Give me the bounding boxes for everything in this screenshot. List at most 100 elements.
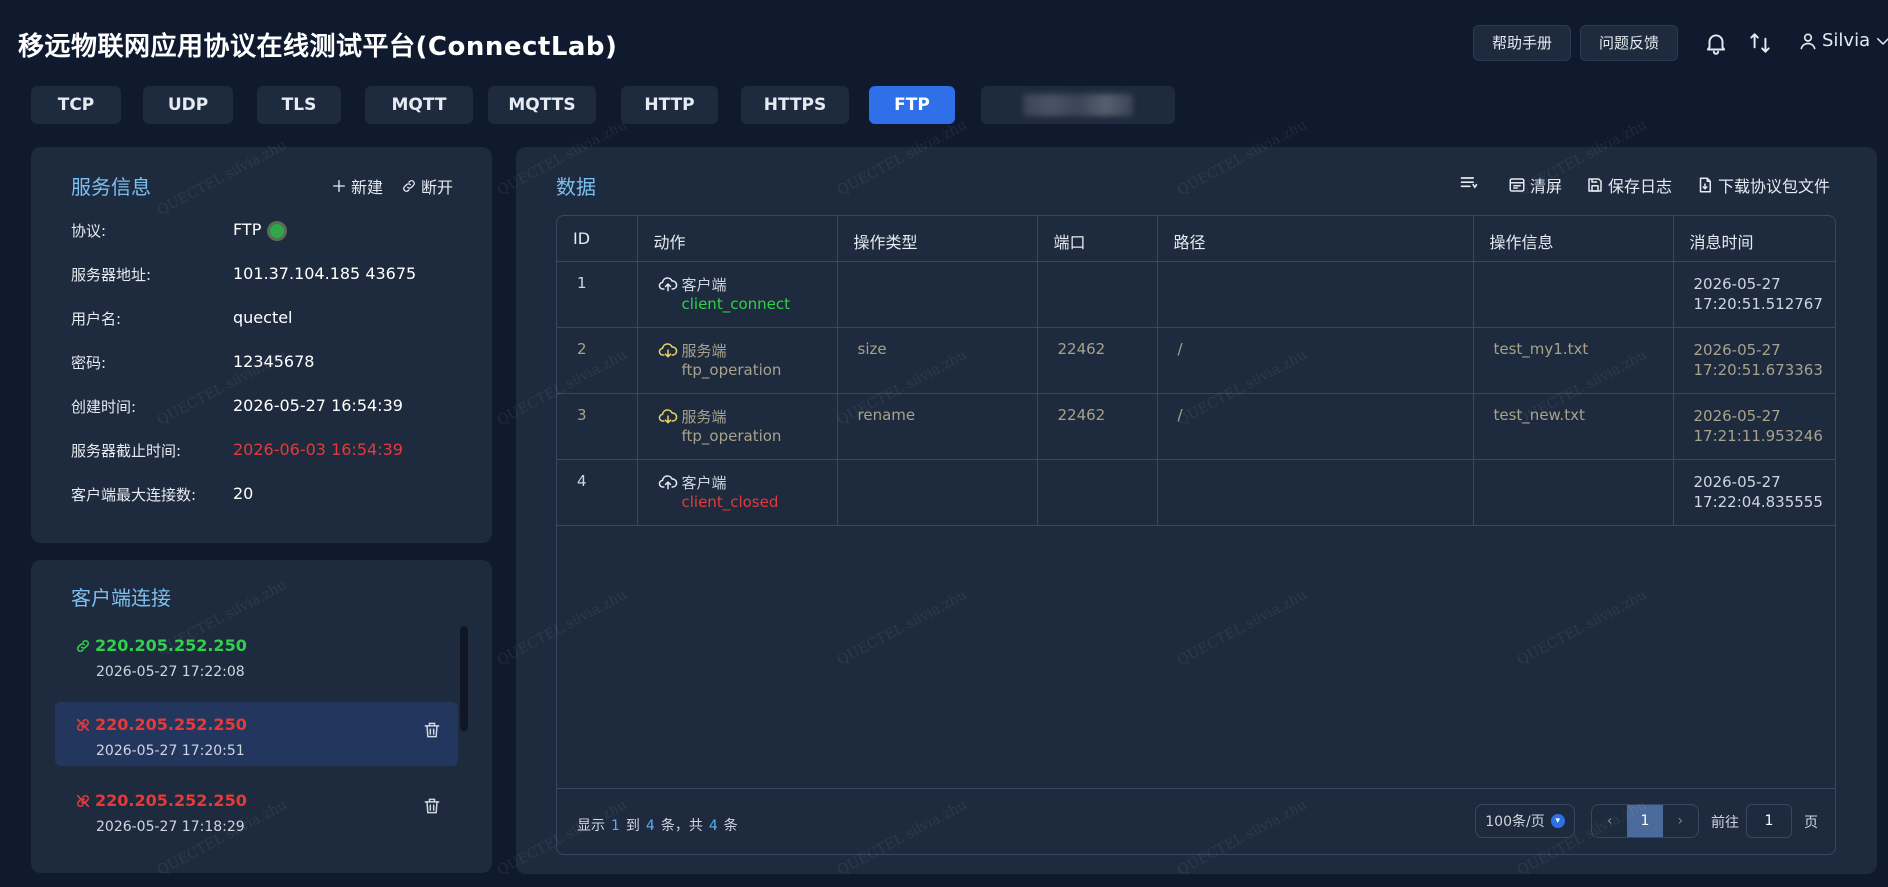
next-page-icon[interactable]: › [1663, 805, 1698, 837]
scrollbar-thumb[interactable] [460, 626, 468, 731]
action-event: ftp_operation [681, 426, 782, 445]
connection-ip-text: 220.205.252.250 [95, 636, 247, 655]
tab-mqtt[interactable]: MQTT [365, 86, 473, 124]
broken-link-icon [75, 793, 91, 809]
connection-time: 2026-05-27 17:20:51 [96, 743, 245, 759]
info-value: 101.37.104.185 43675 [233, 264, 417, 283]
redacted-label [1023, 94, 1133, 116]
client-connections-title: 客户端连接 [71, 586, 171, 610]
page-number-current[interactable]: 1 [1627, 805, 1663, 837]
help-manual-button[interactable]: 帮助手册 [1473, 25, 1572, 61]
connection-time: 2026-05-27 17:18:29 [96, 819, 245, 835]
cell-port: 22462 [1037, 393, 1158, 460]
table-row[interactable]: 3 服务端 ftp_operation rename 22462 / test_… [557, 393, 1835, 460]
cell-port [1037, 261, 1158, 328]
table-row[interactable]: 1 客户端 client_connect 2026-05-27 17:20:51… [557, 261, 1835, 328]
data-table: ID 动作 操作类型 端口 路径 操作信息 消息时间 1 客户端 client_… [556, 215, 1836, 855]
service-info-panel: 服务信息 新建 断开 协议: FTP 服务器地址: 101.37.104.185… [31, 147, 492, 543]
connection-item[interactable]: 220.205.252.250 2026-05-27 17:22:08 [55, 623, 458, 687]
file-download-icon [1696, 176, 1714, 194]
tab-ftp[interactable]: FTP [869, 86, 955, 124]
column-header-info[interactable]: 操作信息 [1473, 216, 1674, 262]
cell-port: 22462 [1037, 327, 1158, 394]
cell-info: test_new.txt [1473, 393, 1674, 460]
message-time: 17:20:51.673363 [1693, 360, 1823, 379]
pager-to: 4 [645, 818, 655, 834]
cell-time: 2026-05-27 17:22:04.835555 [1673, 459, 1835, 526]
column-header-time[interactable]: 消息时间 [1673, 216, 1835, 262]
tab-redacted[interactable] [981, 86, 1175, 124]
cell-path [1157, 261, 1474, 328]
cell-time: 2026-05-27 17:21:11.953246 [1673, 393, 1835, 460]
save-log-button[interactable]: 保存日志 [1586, 173, 1672, 197]
message-time: 17:20:51.512767 [1693, 294, 1823, 313]
action-event: client_connect [681, 294, 791, 313]
data-panel: 数据 清屏 保存日志 下载协议包文件 ID 动作 操作类型 端口 路径 操作信息… [516, 147, 1877, 874]
download-packets-label: 下载协议包文件 [1718, 177, 1831, 196]
tab-https[interactable]: HTTPS [741, 86, 849, 124]
client-connections-panel: 客户端连接 220.205.252.250 2026-05-27 17:22:0… [31, 560, 492, 873]
table-row[interactable]: 4 客户端 client_closed 2026-05-27 17:22:04.… [557, 459, 1835, 526]
action-event: client_closed [681, 492, 779, 511]
tab-tls[interactable]: TLS [257, 86, 341, 124]
column-header-action[interactable]: 动作 [637, 216, 838, 262]
connection-ip: 220.205.252.250 [75, 715, 247, 734]
message-date: 2026-05-27 [1693, 340, 1781, 359]
plus-icon [331, 178, 347, 194]
bell-icon[interactable] [1703, 30, 1729, 56]
columns-menu-button[interactable] [1459, 173, 1479, 193]
tab-http[interactable]: HTTP [621, 86, 718, 124]
column-header-port[interactable]: 端口 [1037, 216, 1158, 262]
cell-info [1473, 459, 1674, 526]
pager-total: 4 [708, 818, 718, 834]
connection-item[interactable]: 220.205.252.250 2026-05-27 17:18:29 [55, 778, 458, 842]
unlink-icon [401, 178, 417, 194]
prev-page-icon[interactable]: ‹ [1592, 805, 1627, 837]
column-header-path[interactable]: 路径 [1157, 216, 1474, 262]
tab-mqtts[interactable]: MQTTS [488, 86, 596, 124]
chevron-down-icon: ▾ [1550, 814, 1565, 828]
disconnect-button[interactable]: 断开 [401, 174, 453, 198]
pager-total-word: 条，共 [660, 818, 703, 834]
connection-item[interactable]: 220.205.252.250 2026-05-27 17:20:51 [55, 702, 458, 766]
tab-udp[interactable]: UDP [143, 86, 233, 124]
cell-op-type [837, 459, 1038, 526]
info-value: 20 [233, 484, 254, 503]
cell-action: 客户端 client_connect [637, 261, 838, 328]
table-header-row: ID 动作 操作类型 端口 路径 操作信息 消息时间 [557, 216, 1835, 262]
cell-action: 服务端 ftp_operation [637, 393, 838, 460]
cell-id: 1 [557, 261, 638, 328]
cell-info [1473, 261, 1674, 328]
download-packets-button[interactable]: 下载协议包文件 [1696, 173, 1830, 197]
swap-icon[interactable] [1747, 30, 1773, 56]
clear-screen-button[interactable]: 清屏 [1508, 173, 1562, 197]
cell-action: 客户端 client_closed [637, 459, 838, 526]
info-label: 创建时间: [71, 398, 137, 416]
new-service-button[interactable]: 新建 [331, 174, 383, 198]
message-time: 17:21:11.953246 [1693, 426, 1823, 445]
table-row[interactable]: 2 服务端 ftp_operation size 22462 / test_my… [557, 327, 1835, 394]
column-header-id[interactable]: ID [557, 216, 638, 262]
goto-page-input[interactable] [1746, 804, 1792, 838]
cell-op-type [837, 261, 1038, 328]
message-date: 2026-05-27 [1693, 472, 1781, 491]
cloud-upload-icon [658, 473, 678, 491]
trash-icon[interactable] [422, 796, 442, 816]
cell-op-type: size [837, 327, 1038, 394]
page-size-select[interactable]: 100条/页 ▾ [1475, 804, 1575, 838]
info-label: 密码: [71, 354, 107, 372]
info-value: 2026-05-27 16:54:39 [233, 396, 403, 415]
user-menu[interactable]: Silvia [1798, 30, 1888, 51]
cloud-download-icon [658, 407, 678, 425]
message-time: 17:22:04.835555 [1693, 492, 1823, 511]
column-header-op-type[interactable]: 操作类型 [837, 216, 1038, 262]
cell-path [1157, 459, 1474, 526]
feedback-button[interactable]: 问题反馈 [1580, 25, 1679, 61]
trash-icon[interactable] [422, 720, 442, 740]
tab-tcp[interactable]: TCP [31, 86, 121, 124]
pagination-summary: 显示 1 到 4 条，共 4 条 [577, 815, 738, 835]
connection-time: 2026-05-27 17:22:08 [96, 664, 245, 680]
info-label: 服务器地址: [71, 266, 152, 284]
pager-to-word: 到 [625, 818, 640, 834]
page-navigator: ‹ 1 › [1591, 804, 1699, 838]
